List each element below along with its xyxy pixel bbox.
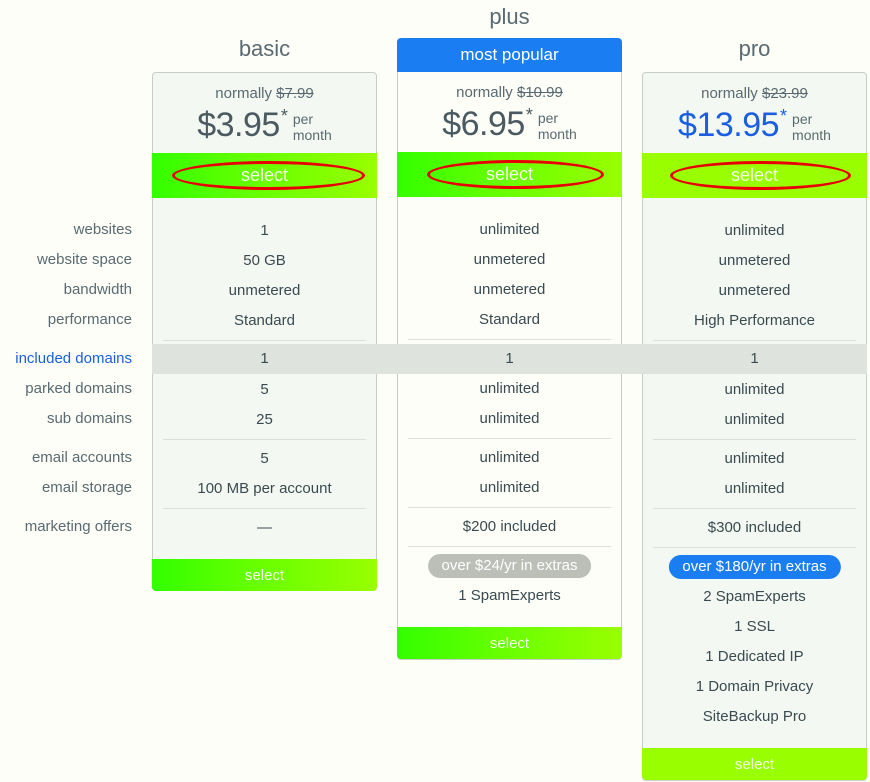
price-asterisk: * [525, 105, 533, 125]
label-included-domains[interactable]: included domains [0, 350, 132, 367]
cell-sub-domains: 25 [256, 411, 273, 428]
price: $6.95 [442, 105, 525, 143]
plan-card-basic: normally $7.99 $3.95 * per month select 1… [152, 72, 377, 591]
cell-included-domains-pro: 1 [750, 350, 759, 367]
divider [653, 547, 856, 548]
select-button-bottom-basic[interactable]: select [152, 559, 377, 591]
cell-bandwidth: unmetered [718, 282, 791, 299]
extra-item: 1 Domain Privacy [695, 678, 814, 695]
normally-label: normally [215, 85, 272, 102]
cell-parked-domains: unlimited [479, 380, 540, 397]
normal-price: normally $7.99 [153, 85, 376, 102]
cell-email-accounts: unlimited [724, 450, 785, 467]
label-bandwidth: bandwidth [63, 281, 132, 298]
normal-price: normally $10.99 [398, 84, 621, 101]
extra-item: 1 SpamExperts [458, 587, 561, 604]
cell-email-storage: unlimited [479, 479, 540, 496]
divider [163, 439, 366, 440]
label-website-space: website space [36, 251, 132, 268]
divider [653, 340, 856, 341]
cell-included-domains-plus: 1 [505, 350, 514, 367]
cell-website-space: unmetered [473, 251, 546, 268]
plan-card-pro: normally $23.99 $13.95 * per month select… [642, 72, 867, 781]
normally-label: normally [456, 84, 513, 101]
select-button-top-pro[interactable]: select [642, 153, 867, 198]
label-email-accounts: email accounts [31, 449, 132, 466]
price-period: per month [792, 111, 831, 143]
normal-price: normally $23.99 [643, 85, 866, 102]
extra-item: 1 Dedicated IP [705, 648, 804, 665]
most-popular-badge: most popular [397, 38, 622, 72]
cell-marketing-offers: $200 included [462, 518, 557, 535]
cell-parked-domains: 5 [260, 381, 269, 398]
price: $13.95 [678, 106, 780, 144]
price-row: $13.95 * per month [643, 107, 866, 143]
price-asterisk: * [280, 106, 288, 126]
extra-item: SiteBackup Pro [702, 708, 807, 725]
price: $3.95 [197, 106, 280, 144]
label-websites: websites [73, 221, 132, 238]
price-period: per month [537, 110, 577, 142]
cell-website-space: unmetered [718, 252, 791, 269]
extras-badge: over $24/yr in extras [427, 554, 592, 578]
cell-performance: High Performance [694, 312, 815, 329]
normally-label: normally [701, 85, 758, 102]
old-price: $23.99 [761, 85, 808, 102]
select-button-top-plus[interactable]: select [397, 152, 622, 197]
old-price: $7.99 [276, 85, 314, 102]
plan-title-pro: pro [738, 36, 771, 61]
label-performance: performance [47, 311, 132, 328]
cell-bandwidth: unmetered [228, 282, 301, 299]
label-email-storage: email storage [41, 479, 132, 496]
extras-badge: over $180/yr in extras [668, 555, 841, 579]
cell-email-accounts: 5 [260, 450, 269, 467]
label-sub-domains: sub domains [46, 410, 132, 427]
price-asterisk: * [780, 106, 788, 126]
divider [408, 546, 611, 547]
cell-email-storage: unlimited [724, 480, 785, 497]
price-row: $3.95 * per month [153, 107, 376, 143]
cell-website-space: 50 GB [243, 252, 286, 269]
price-period: per month [292, 111, 332, 143]
cell-email-storage: 100 MB per account [197, 480, 332, 497]
cell-websites: unlimited [724, 222, 785, 239]
select-label: select [730, 165, 779, 185]
label-marketing-offers: marketing offers [24, 518, 132, 535]
cell-performance: Standard [479, 311, 540, 328]
cell-sub-domains: unlimited [724, 411, 785, 428]
cell-email-accounts: unlimited [479, 449, 540, 466]
divider [653, 439, 856, 440]
cell-marketing-offers: — [257, 519, 272, 536]
cell-performance: Standard [234, 312, 295, 329]
label-parked-domains: parked domains [25, 380, 132, 397]
select-button-bottom-pro[interactable]: select [642, 748, 867, 780]
divider [163, 508, 366, 509]
divider [408, 507, 611, 508]
extra-item: 1 SSL [734, 618, 775, 635]
divider [163, 340, 366, 341]
old-price: $10.99 [516, 84, 563, 101]
select-label: select [240, 165, 289, 185]
divider [408, 339, 611, 340]
price-row: $6.95 * per month [398, 106, 621, 142]
extra-item: 2 SpamExperts [703, 588, 806, 605]
select-button-top-basic[interactable]: select [152, 153, 377, 198]
cell-websites: 1 [260, 222, 269, 239]
plan-title-basic: basic [238, 36, 291, 61]
cell-bandwidth: unmetered [473, 281, 546, 298]
cell-parked-domains: unlimited [724, 381, 785, 398]
divider [653, 508, 856, 509]
divider [408, 438, 611, 439]
cell-sub-domains: unlimited [479, 410, 540, 427]
cell-marketing-offers: $300 included [707, 519, 802, 536]
cell-included-domains-basic: 1 [260, 350, 269, 367]
cell-websites: unlimited [479, 221, 540, 238]
plan-title-plus: plus [489, 4, 530, 29]
select-label: select [485, 164, 534, 184]
select-button-bottom-plus[interactable]: select [397, 627, 622, 659]
